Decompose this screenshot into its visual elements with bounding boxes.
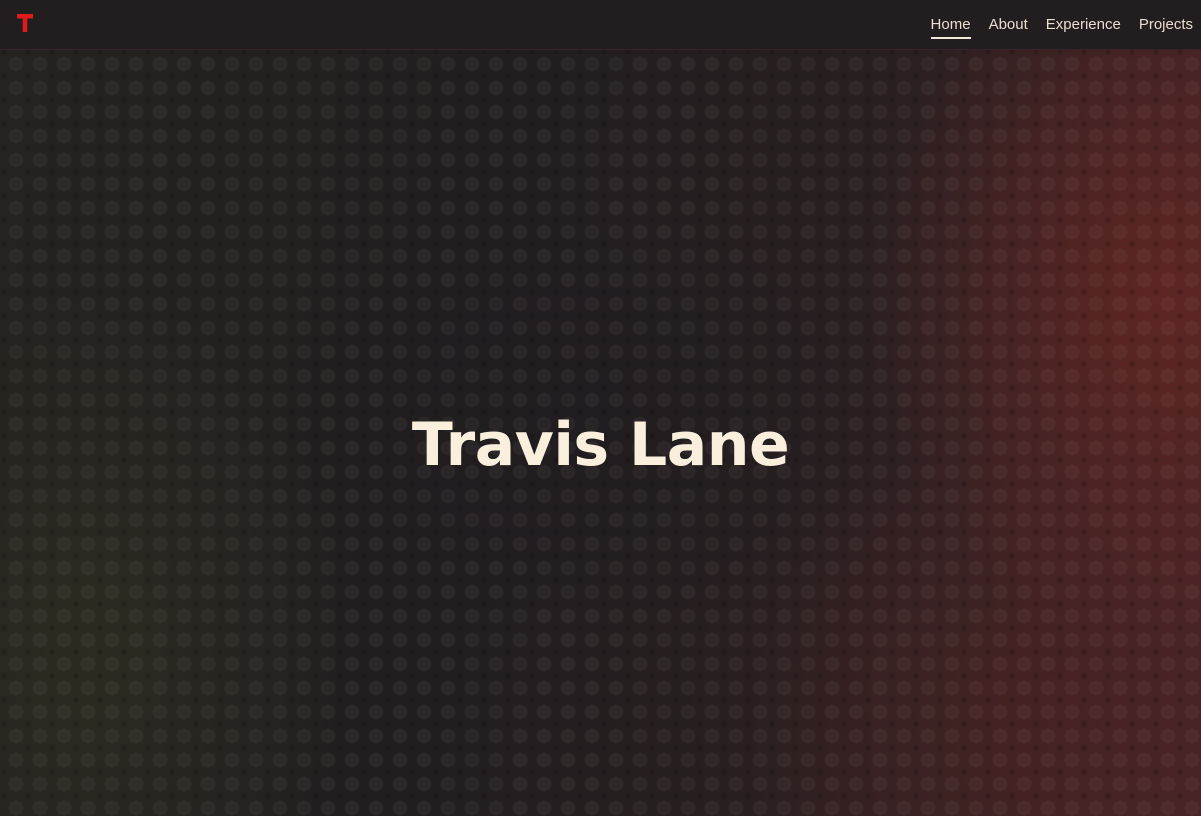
- main-nav: Home About Experience Projects: [913, 0, 1193, 49]
- nav-home-link[interactable]: Home: [930, 10, 971, 39]
- nav-experience-link[interactable]: Experience: [1046, 10, 1121, 39]
- nav-about-link[interactable]: About: [989, 10, 1028, 39]
- nav-projects-link[interactable]: Projects: [1139, 10, 1193, 39]
- t-logo-icon[interactable]: [16, 12, 34, 34]
- page: Home About Experience Projects Travis La…: [0, 0, 1201, 816]
- hero-name: Travis Lane: [411, 410, 790, 481]
- navbar: Home About Experience Projects: [0, 0, 1201, 50]
